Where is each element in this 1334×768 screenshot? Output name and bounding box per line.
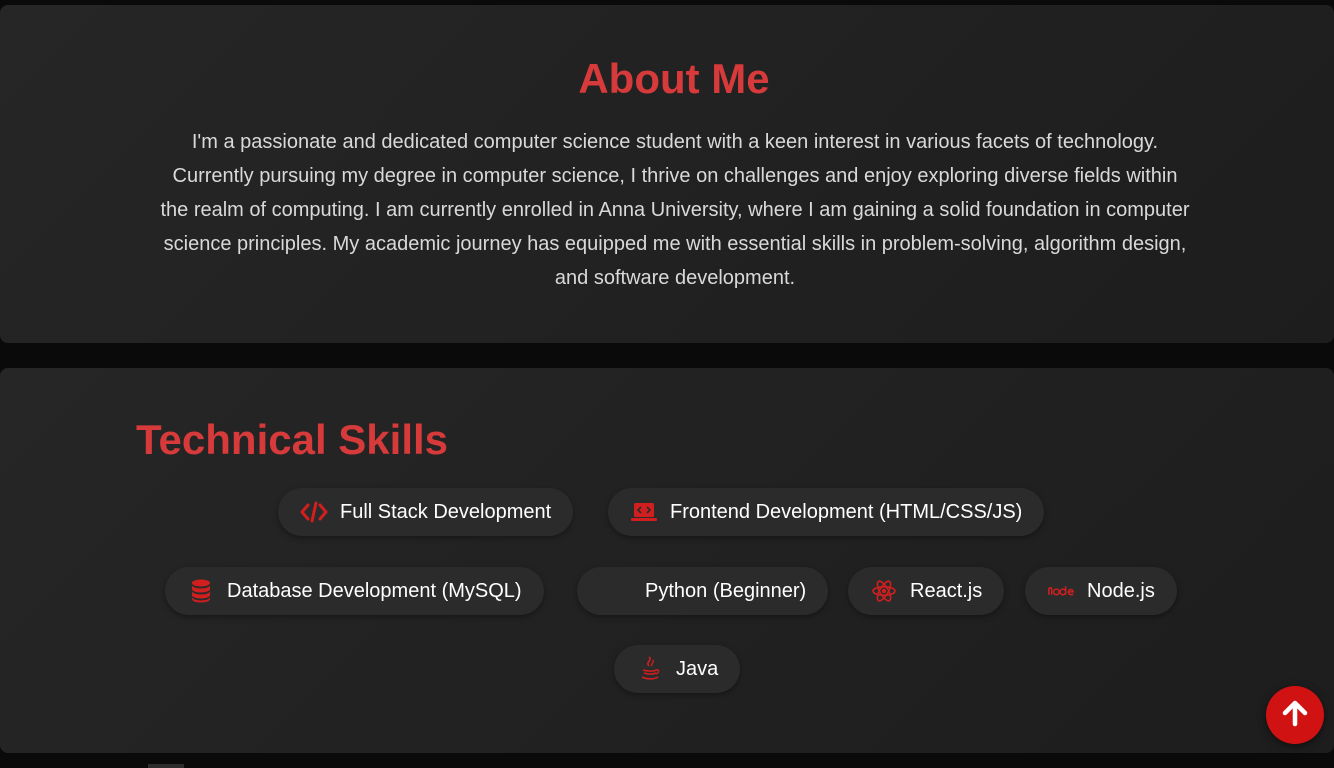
skills-section: Technical Skills Full Stack Development	[0, 368, 1334, 753]
skill-pill-full-stack: Full Stack Development	[278, 488, 574, 536]
skill-pill-java: Java	[614, 645, 741, 693]
skill-label: Frontend Development (HTML/CSS/JS)	[670, 500, 1023, 523]
arrow-up-icon	[1280, 698, 1310, 733]
about-text: I'm a passionate and dedicated computer …	[160, 131, 1190, 289]
node-icon	[1047, 579, 1075, 603]
skill-pill-database: Database Development (MySQL)	[165, 567, 544, 615]
code-icon	[300, 500, 328, 524]
react-icon	[870, 579, 898, 603]
skill-label: Python (Beginner)	[645, 579, 807, 602]
scroll-to-top-button[interactable]	[1266, 686, 1324, 744]
java-icon	[636, 656, 664, 681]
skill-pill-node: Node.js	[1025, 567, 1177, 615]
skill-label: Node.js	[1087, 579, 1155, 602]
python-icon	[599, 579, 633, 603]
skills-title: Technical Skills	[136, 416, 449, 463]
database-icon	[187, 579, 215, 603]
footer-edge	[148, 764, 184, 768]
laptop-code-icon	[630, 500, 658, 524]
skill-pill-frontend: Frontend Development (HTML/CSS/JS)	[608, 488, 1045, 536]
portfolio-page: About Me I'm a passionate and dedicated …	[0, 0, 1334, 768]
skill-label: Java	[676, 657, 719, 680]
skill-pill-python: Python (Beginner)	[577, 567, 829, 615]
skill-label: Full Stack Development	[340, 500, 552, 523]
skill-pill-react: React.js	[848, 567, 1005, 615]
about-title: About Me	[578, 55, 770, 102]
skill-label: React.js	[910, 579, 983, 602]
skill-label: Database Development (MySQL)	[227, 579, 522, 602]
about-section: About Me I'm a passionate and dedicated …	[0, 5, 1334, 343]
